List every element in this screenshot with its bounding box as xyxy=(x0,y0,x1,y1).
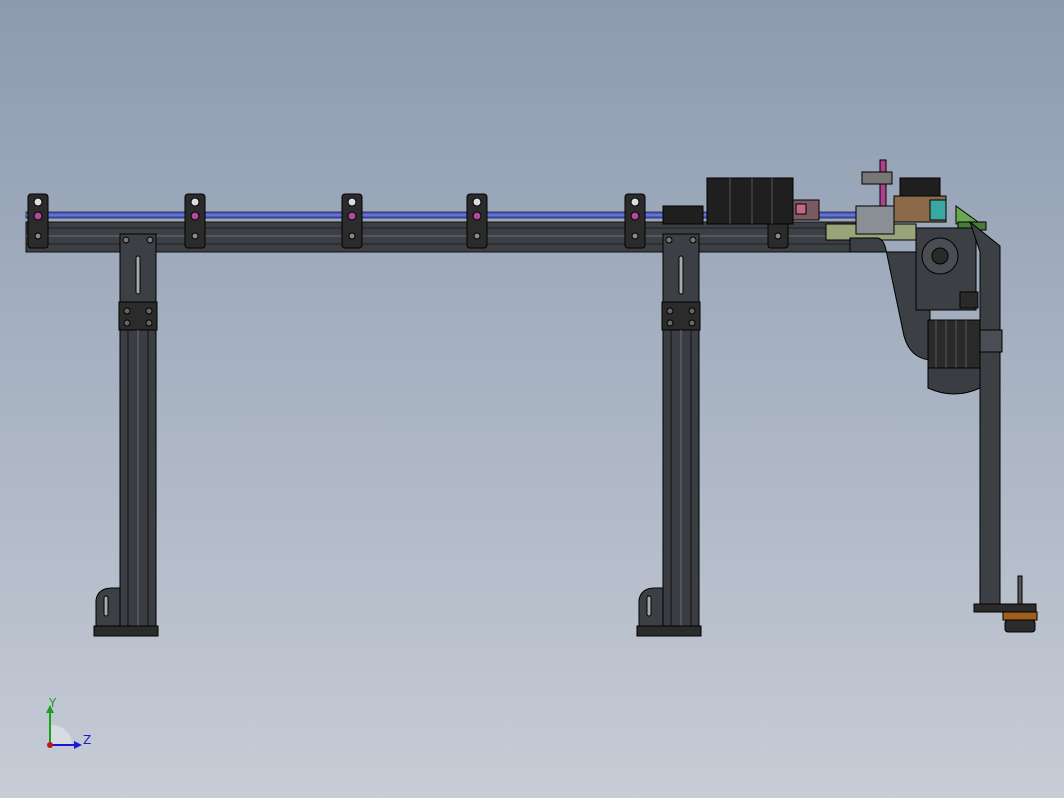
middle-leg xyxy=(636,233,702,637)
z-axis-label: Z xyxy=(83,733,92,747)
rail-bracket xyxy=(27,193,49,249)
right-column xyxy=(968,220,1038,633)
cad-viewport[interactable] xyxy=(0,0,1064,798)
rail-bracket xyxy=(466,193,488,249)
cylinder-blocks xyxy=(662,177,820,225)
y-axis-label: Y xyxy=(49,696,57,710)
z-axis-arrow-icon xyxy=(74,741,82,749)
rail-bracket xyxy=(624,193,646,249)
rail-bracket xyxy=(184,193,206,249)
axis-triad: Y Z xyxy=(40,695,100,755)
left-leg xyxy=(93,233,159,637)
x-axis-dot-icon xyxy=(47,742,53,748)
rail-bracket xyxy=(341,193,363,249)
